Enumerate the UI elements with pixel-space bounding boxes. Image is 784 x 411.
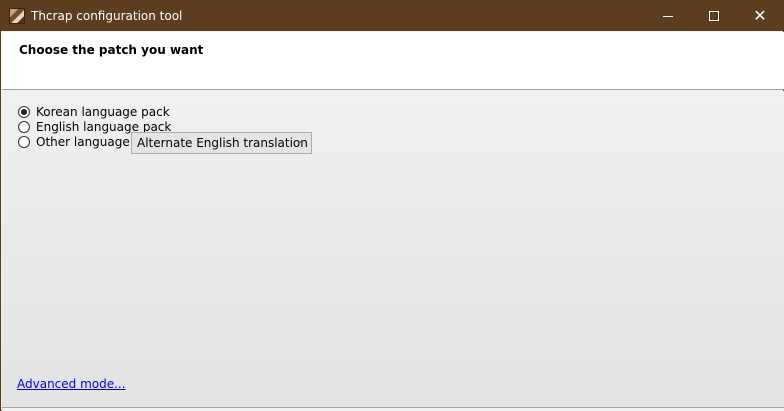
radio-korean[interactable] <box>18 106 30 118</box>
title-bar[interactable]: Thcrap configuration tool ✕ <box>1 1 783 31</box>
maximize-button[interactable] <box>691 1 737 31</box>
chevron-down-icon: ⌄ <box>297 136 305 146</box>
window-title: Thcrap configuration tool <box>31 9 183 23</box>
page-title: Choose the patch you want <box>19 43 204 57</box>
option-korean[interactable]: Korean language pack <box>18 105 170 119</box>
wizard-content: Korean language pack English language pa… <box>2 91 784 407</box>
wizard-header: Choose the patch you want <box>2 32 784 90</box>
language-select[interactable]: Alternate English translation ⌄ <box>131 132 312 154</box>
app-icon <box>9 8 25 24</box>
minimize-button[interactable] <box>645 1 691 31</box>
minimize-icon <box>663 15 673 17</box>
close-icon: ✕ <box>753 6 767 25</box>
language-select-value: Alternate English translation <box>137 136 308 150</box>
radio-english[interactable] <box>18 121 30 133</box>
option-korean-label: Korean language pack <box>36 105 170 119</box>
maximize-icon <box>709 11 719 21</box>
option-other[interactable]: Other language: <box>18 135 134 149</box>
radio-other[interactable] <box>18 136 30 148</box>
close-button[interactable]: ✕ <box>737 1 783 31</box>
app-window: Thcrap configuration tool ✕ Choose the p… <box>0 0 784 411</box>
option-other-label: Other language: <box>36 135 134 149</box>
advanced-mode-link[interactable]: Advanced mode... <box>17 377 126 391</box>
